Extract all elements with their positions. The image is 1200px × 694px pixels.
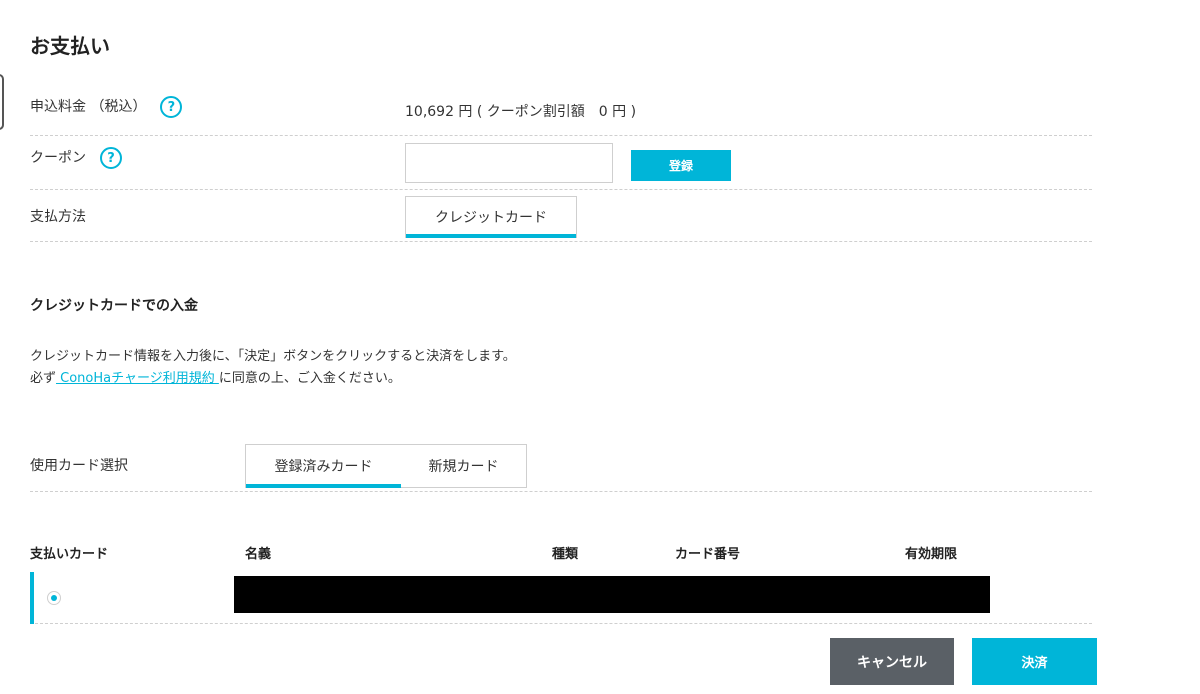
page-title: お支払い bbox=[30, 34, 110, 58]
header-payment-card: 支払いカード bbox=[30, 547, 109, 562]
header-card-number: カード番号 bbox=[675, 547, 741, 562]
selected-row-indicator bbox=[30, 572, 34, 624]
header-expiry: 有効期限 bbox=[905, 547, 958, 562]
description-suffix: に同意の上、ご入金ください。 bbox=[218, 371, 401, 386]
redacted-card-details bbox=[234, 576, 990, 613]
fee-row: 申込料金 （税込）? 10,692 円 ( クーポン割引額 0 円 ) bbox=[30, 86, 1092, 136]
description-line-2: 必ず ConoHaチャージ利用規約 に同意の上、ご入金ください。 bbox=[30, 368, 516, 390]
fee-label: 申込料金 （税込） bbox=[30, 99, 147, 115]
credit-section-title: クレジットカードでの入金 bbox=[30, 298, 198, 314]
fee-value: 10,692 円 ( クーポン割引額 0 円 ) bbox=[405, 104, 637, 120]
terms-link[interactable]: ConoHaチャージ利用規約 bbox=[56, 371, 219, 386]
question-circle-icon[interactable]: ? bbox=[160, 96, 183, 118]
side-panel-handle[interactable] bbox=[0, 74, 4, 130]
description-line-1: クレジットカード情報を入力後に、「決定」ボタンをクリックすると決済をします。 bbox=[30, 349, 516, 364]
payment-method-label: 支払方法 bbox=[30, 209, 86, 225]
card-select-tabs: 登録済みカード 新規カード bbox=[245, 444, 527, 488]
table-row[interactable] bbox=[30, 572, 1092, 624]
coupon-label: クーポン bbox=[30, 150, 86, 166]
fee-label-group: 申込料金 （税込）? bbox=[30, 96, 183, 118]
card-radio-button[interactable] bbox=[47, 591, 61, 605]
card-select-row: 使用カード選択 bbox=[30, 440, 1092, 492]
coupon-label-group: クーポン? bbox=[30, 147, 122, 169]
question-circle-icon[interactable]: ? bbox=[100, 147, 122, 169]
tab-registered-card-label: 登録済みカード bbox=[274, 459, 373, 475]
coupon-register-button[interactable]: 登録 bbox=[631, 150, 731, 181]
cancel-button[interactable]: キャンセル bbox=[830, 638, 954, 685]
credit-section-description: クレジットカード情報を入力後に、「決定」ボタンをクリックすると決済をします。 必… bbox=[30, 346, 516, 390]
card-select-label: 使用カード選択 bbox=[30, 458, 128, 474]
tab-credit-card-label: クレジットカード bbox=[435, 210, 547, 226]
tab-registered-card[interactable]: 登録済みカード bbox=[246, 445, 401, 488]
tab-new-card-label: 新規カード bbox=[428, 459, 499, 475]
header-type: 種類 bbox=[552, 547, 579, 562]
pay-button[interactable]: 決済 bbox=[972, 638, 1097, 685]
header-name: 名義 bbox=[245, 547, 272, 562]
payment-method-tabs: クレジットカード bbox=[405, 196, 577, 238]
description-prefix: 必ず bbox=[30, 371, 57, 386]
coupon-input[interactable] bbox=[405, 143, 613, 183]
tab-credit-card[interactable]: クレジットカード bbox=[406, 197, 576, 238]
tab-new-card[interactable]: 新規カード bbox=[401, 445, 526, 487]
